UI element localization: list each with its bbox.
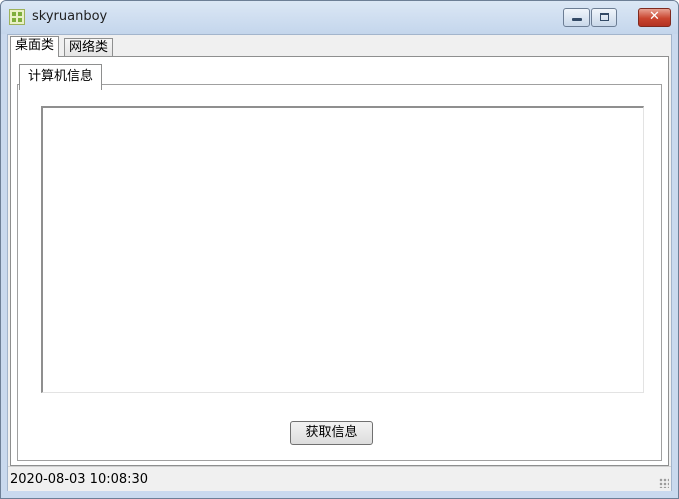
desktop-tab-page: 计算机信息 获取信息	[10, 56, 669, 466]
app-window: skyruanboy ✕ 桌面类 网络类 计算机信息 获取信息 2020-08-…	[0, 0, 679, 499]
status-bar: 2020-08-03 10:08:30	[8, 466, 671, 491]
minimize-icon	[572, 18, 582, 21]
title-bar[interactable]: skyruanboy ✕	[1, 1, 678, 34]
resize-grip-icon[interactable]	[659, 478, 669, 488]
computer-info-page: 获取信息	[17, 84, 662, 461]
status-datetime: 2020-08-03 10:08:30	[10, 472, 149, 487]
window-title: skyruanboy	[32, 9, 108, 24]
maximize-button[interactable]	[591, 8, 617, 27]
tab-computer-info[interactable]: 计算机信息	[19, 64, 103, 90]
info-output-textbox[interactable]	[41, 106, 644, 393]
tab-desktop[interactable]: 桌面类	[10, 36, 60, 57]
client-area: 桌面类 网络类 计算机信息 获取信息 2020-08-03 10:08:30	[7, 34, 672, 491]
maximize-icon	[600, 13, 609, 21]
minimize-button[interactable]	[563, 8, 590, 27]
close-icon: ✕	[649, 9, 660, 24]
tab-network[interactable]: 网络类	[64, 38, 114, 58]
get-info-button[interactable]: 获取信息	[290, 421, 373, 445]
app-icon	[9, 9, 25, 25]
close-button[interactable]: ✕	[638, 8, 671, 27]
